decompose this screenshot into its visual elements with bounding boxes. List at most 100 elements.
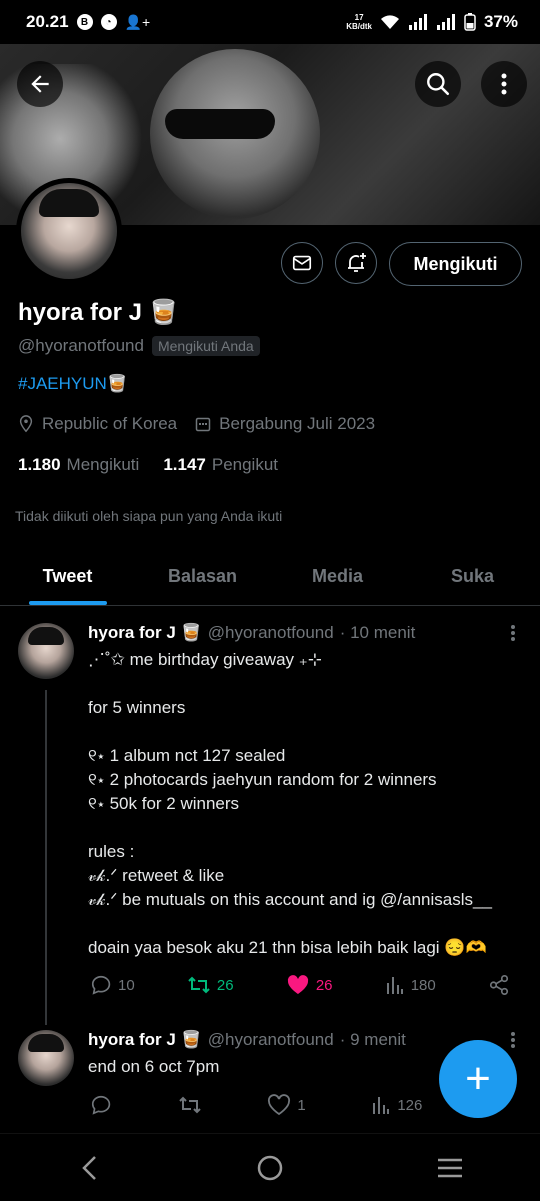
tweet-text: end on 6 oct 7pm — [88, 1055, 219, 1079]
profile-meta: Republic of Korea Bergabung Juli 2023 — [18, 414, 375, 434]
reply-button[interactable]: 10 — [90, 974, 135, 996]
vertical-dots-icon — [511, 1032, 515, 1048]
add-person-icon: 👤+ — [124, 13, 151, 30]
menu-lines-icon — [438, 1158, 462, 1177]
reply-button[interactable] — [90, 1094, 112, 1116]
tab-replies[interactable]: Balasan — [135, 548, 270, 605]
tweet-line: 𝓋𝓀.ᐟ retweet & like — [88, 866, 225, 885]
search-button[interactable] — [415, 61, 461, 107]
tweet-time: · 9 menit — [339, 1030, 406, 1049]
retweet-icon — [188, 976, 210, 994]
back-button[interactable] — [17, 61, 63, 107]
battery-percent: 37% — [483, 12, 518, 31]
tweet-header: hyora for J 🥃 @hyoranotfound · 10 menit — [88, 623, 415, 643]
compass-icon: ◔ — [100, 14, 117, 30]
arrow-left-icon — [31, 75, 49, 93]
nav-home-button[interactable] — [240, 1143, 300, 1193]
thread-line — [45, 690, 47, 1025]
status-time: 20.21 — [26, 12, 69, 31]
not-followed-note: Tidak diikuti oleh siapa pun yang Anda i… — [15, 508, 283, 524]
bar-chart-icon — [373, 1097, 390, 1114]
signal-icon-2 — [436, 14, 455, 30]
tweet-line: doain yaa besok aku 21 thn bisa lebih ba… — [88, 938, 487, 957]
tab-likes[interactable]: Suka — [405, 548, 540, 605]
message-button[interactable] — [281, 242, 323, 284]
tweet-line: end on 6 oct 7pm — [88, 1057, 220, 1076]
tweet-line: 𝓋𝓀.ᐟ be mutuals on this account and ig @… — [88, 890, 492, 909]
tweet-actions: 10 26 26 180 — [90, 974, 510, 996]
signal-icon-1 — [408, 14, 427, 30]
tweet-line — [88, 720, 492, 744]
b-app-icon: B — [76, 14, 93, 30]
chevron-left-icon — [82, 1155, 96, 1180]
like-button[interactable]: 1 — [267, 1094, 306, 1116]
tweet-more-button[interactable] — [510, 624, 516, 642]
profile-location: Republic of Korea — [42, 414, 178, 433]
tweet-time: · 10 menit — [339, 623, 416, 642]
vertical-dots-icon — [501, 73, 507, 95]
tweet-line — [88, 912, 492, 936]
nav-recents-button[interactable] — [420, 1143, 480, 1193]
profile-handle: @hyoranotfound — [18, 336, 144, 355]
tweet-line: rules : — [88, 842, 135, 861]
bar-chart-icon — [386, 977, 403, 994]
following-button[interactable]: Mengikuti — [389, 242, 522, 286]
banner-sunglasses — [165, 109, 275, 139]
tweet-author-handle: @hyoranotfound — [207, 623, 334, 642]
tweet-author-name[interactable]: hyora for J 🥃 — [88, 623, 202, 643]
location-pin-icon — [19, 415, 33, 433]
follow-stats: 1.180 Mengikuti 1.147 Pengikut — [18, 455, 278, 475]
tweet-avatar[interactable] — [18, 623, 74, 679]
tweet-more-button[interactable] — [510, 1031, 516, 1049]
more-options-button[interactable] — [481, 61, 527, 107]
handle-row: @hyoranotfound Mengikuti Anda — [18, 336, 260, 356]
system-nav-bar — [0, 1133, 540, 1201]
profile-bio-hashtag[interactable]: #JAEHYUN🥃 — [18, 374, 128, 394]
tweet-line — [88, 816, 492, 840]
following-stat[interactable]: 1.180 Mengikuti — [18, 455, 139, 475]
compose-tweet-button[interactable]: + — [439, 1040, 517, 1118]
tweet-text: ⋰˚✩ me birthday giveaway ₊⊹ for 5 winner… — [88, 648, 492, 960]
view-count: 126 — [397, 1096, 423, 1114]
tweet-line: ୧⋆ 2 photocards jaehyun random for 2 win… — [88, 770, 437, 789]
share-button[interactable] — [488, 974, 510, 996]
envelope-icon — [292, 255, 312, 271]
tab-tweet[interactable]: Tweet — [0, 548, 135, 605]
tweet-avatar[interactable] — [18, 1030, 74, 1086]
reply-icon — [91, 1095, 111, 1115]
retweet-button[interactable]: 26 — [187, 974, 234, 996]
profile-joined: Bergabung Juli 2023 — [219, 414, 376, 433]
profile-avatar[interactable] — [16, 178, 122, 284]
bell-plus-icon — [348, 253, 366, 272]
nav-back-button[interactable] — [60, 1143, 120, 1193]
tweet-line: for 5 winners — [88, 698, 186, 717]
tweet-line: ୧⋆ 1 album nct 127 sealed — [88, 746, 286, 765]
tweet-header: hyora for J 🥃 @hyoranotfound · 9 menit — [88, 1030, 406, 1050]
like-button[interactable]: 26 — [286, 974, 333, 996]
status-bar: 20.21 B ◔ 👤+ 17 KB/dtk 37% — [0, 0, 540, 44]
network-speed: 17 KB/dtk — [346, 13, 372, 31]
tweet-author-name[interactable]: hyora for J 🥃 — [88, 1030, 202, 1050]
wifi-icon — [380, 15, 399, 29]
retweet-button[interactable] — [178, 1094, 202, 1116]
heart-icon — [268, 1094, 291, 1116]
views-button[interactable]: 180 — [385, 975, 436, 995]
tab-media[interactable]: Media — [270, 548, 405, 605]
circle-home-icon — [257, 1155, 283, 1180]
heart-filled-icon — [287, 975, 308, 994]
vertical-dots-icon — [511, 625, 515, 641]
tweet-author-handle: @hyoranotfound — [207, 1030, 334, 1049]
retweet-count: 26 — [216, 976, 234, 994]
tweet-line — [88, 672, 492, 696]
notify-button[interactable] — [335, 242, 377, 284]
share-icon — [489, 975, 509, 995]
calendar-icon — [195, 417, 211, 432]
reply-count: 10 — [118, 976, 135, 994]
followers-stat[interactable]: 1.147 Pengikut — [163, 455, 278, 475]
tweet-line: ⋰˚✩ me birthday giveaway ₊⊹ — [88, 650, 322, 669]
follows-you-badge: Mengikuti Anda — [151, 336, 260, 356]
views-button[interactable]: 126 — [371, 1095, 422, 1115]
like-count: 26 — [315, 976, 333, 994]
profile-name: hyora for J 🥃 — [18, 299, 179, 326]
search-icon — [427, 73, 450, 96]
